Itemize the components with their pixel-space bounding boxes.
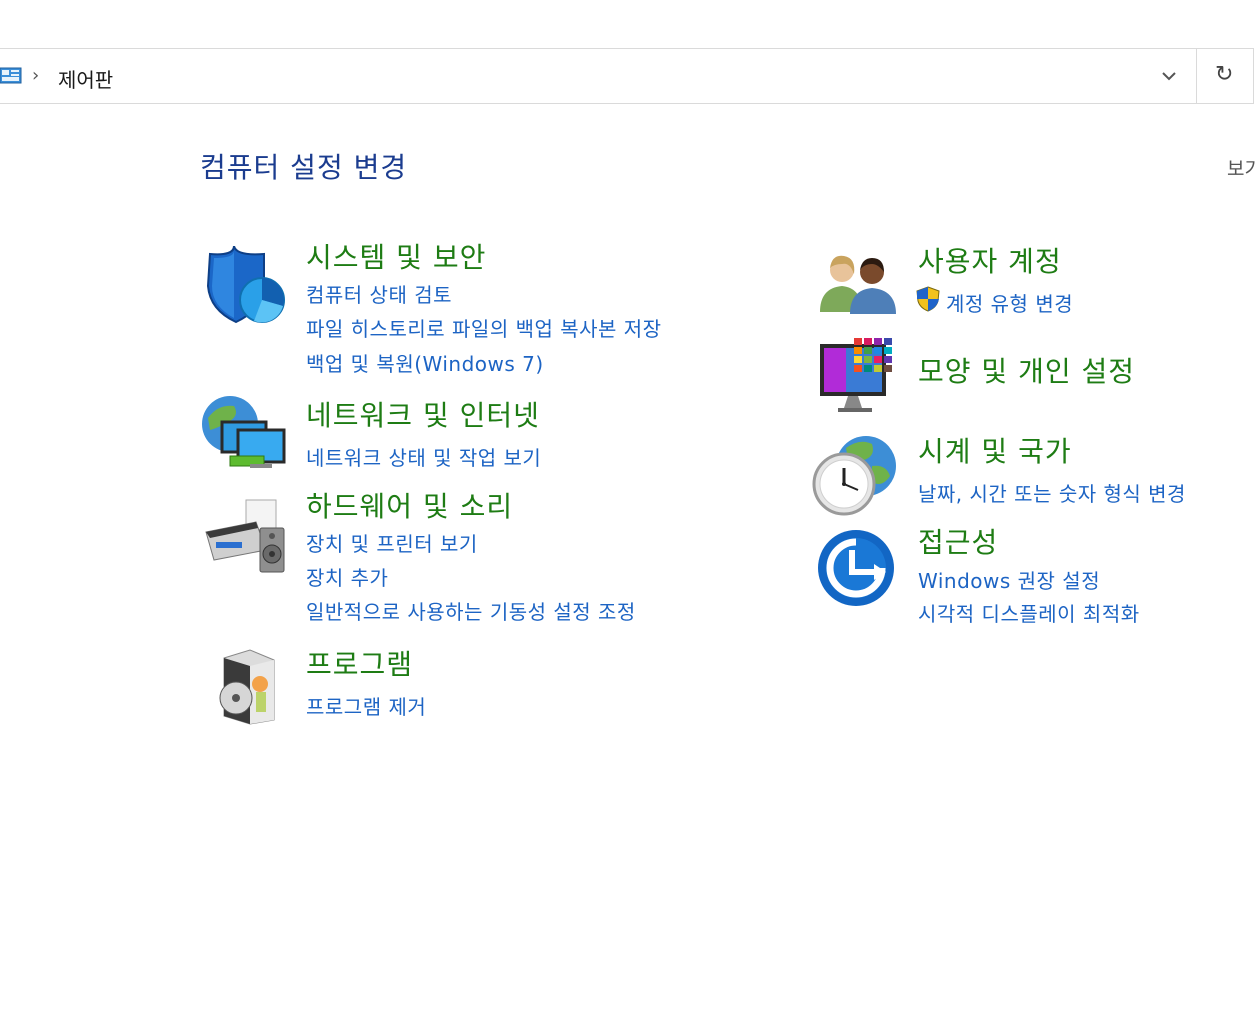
category-user-accounts[interactable]: 사용자 계정 — [918, 240, 1062, 280]
link-change-account-type[interactable]: 계정 유형 변경 — [946, 288, 1073, 317]
uac-shield-icon — [916, 286, 940, 312]
link-review-computer-status[interactable]: 컴퓨터 상태 검토 — [306, 279, 452, 308]
printer-speaker-icon[interactable] — [202, 498, 288, 576]
shield-icon[interactable] — [204, 246, 286, 326]
page-title: 컴퓨터 설정 변경 — [200, 151, 408, 184]
network-globe-icon[interactable] — [200, 394, 290, 474]
link-mobility-settings[interactable]: 일반적으로 사용하는 기동성 설정 조정 — [306, 596, 636, 625]
programs-box-icon[interactable] — [210, 648, 280, 726]
category-programs[interactable]: 프로그램 — [306, 643, 413, 683]
category-hardware-sound[interactable]: 하드웨어 및 소리 — [306, 485, 513, 525]
link-add-device[interactable]: 장치 추가 — [306, 562, 388, 591]
link-file-history-backup[interactable]: 파일 히스토리로 파일의 백업 복사본 저장 — [306, 313, 662, 342]
control-panel-icon — [0, 67, 22, 84]
appearance-monitor-icon[interactable] — [818, 336, 900, 416]
category-network-internet[interactable]: 네트워크 및 인터넷 — [306, 394, 540, 434]
category-clock-region[interactable]: 시계 및 국가 — [918, 430, 1072, 470]
link-optimize-visual-display[interactable]: 시각적 디스플레이 최적화 — [918, 598, 1140, 627]
link-backup-restore[interactable]: 백업 및 복원(Windows 7) — [306, 348, 544, 377]
link-network-status-tasks[interactable]: 네트워크 상태 및 작업 보기 — [306, 442, 541, 471]
category-system-security[interactable]: 시스템 및 보안 — [306, 236, 486, 276]
category-appearance-personalization[interactable]: 모양 및 개인 설정 — [918, 350, 1135, 390]
user-accounts-icon[interactable] — [816, 250, 900, 316]
link-date-time-number-format[interactable]: 날짜, 시간 또는 숫자 형식 변경 — [918, 478, 1186, 507]
chevron-down-icon[interactable] — [1158, 66, 1180, 86]
clock-globe-icon[interactable] — [810, 432, 900, 518]
link-recommended-settings[interactable]: Windows 권장 설정 — [918, 565, 1100, 594]
view-by-label: 보기 — [1227, 158, 1256, 180]
refresh-icon: ↻ — [1215, 62, 1234, 87]
link-devices-printers[interactable]: 장치 및 프린터 보기 — [306, 528, 478, 557]
link-uninstall-program[interactable]: 프로그램 제거 — [306, 691, 426, 720]
address-bar[interactable]: › 제어판 ↻ — [0, 48, 1254, 104]
category-ease-of-access[interactable]: 접근성 — [918, 521, 998, 561]
refresh-button[interactable]: ↻ — [1196, 49, 1254, 103]
breadcrumb-separator-icon: › — [32, 65, 40, 86]
breadcrumb-control-panel[interactable]: 제어판 — [58, 64, 113, 93]
ease-of-access-icon[interactable] — [816, 528, 896, 608]
